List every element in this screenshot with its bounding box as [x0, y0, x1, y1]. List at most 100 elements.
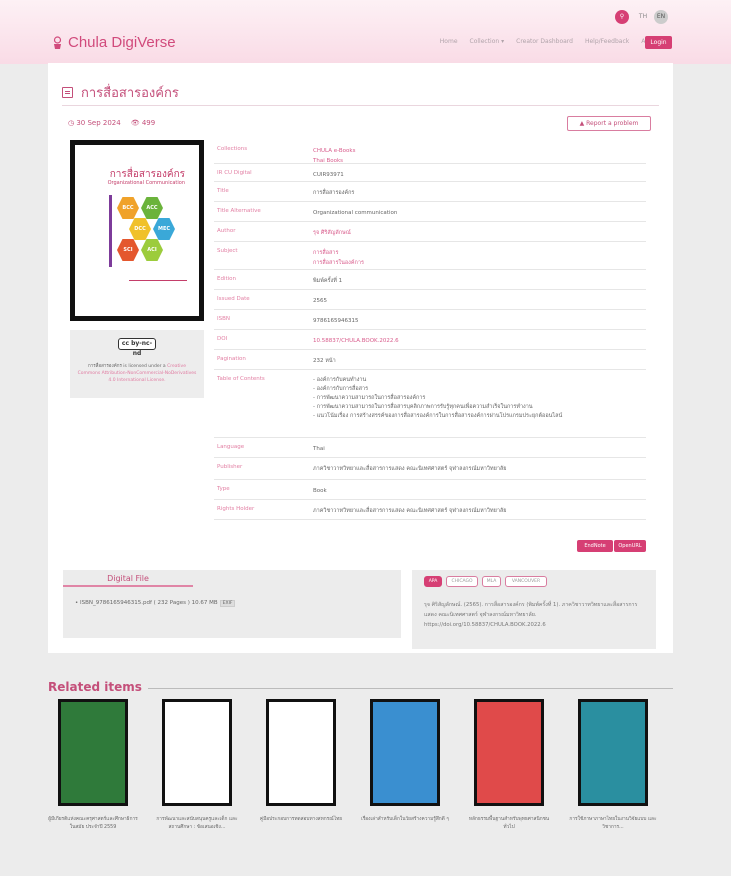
view-count: 👁 499 — [130, 119, 156, 127]
metadata-value: Thai — [313, 446, 325, 452]
record-card: การสื่อสารองค์กร ◷ 30 Sep 2024 👁 499 ▲ R… — [48, 63, 673, 653]
exif-badge[interactable]: EXIF — [219, 600, 236, 607]
metadata-key: ISBN — [217, 316, 231, 322]
cite-tab-vancouver[interactable]: VANCOUVER — [505, 576, 547, 587]
search-button[interactable]: ⚲ — [615, 10, 629, 24]
metadata-value[interactable]: CHULA e-Books Thai Books — [313, 146, 355, 166]
digital-file-item[interactable]: • ISBN_9786165946315.pdf ( 232 Pages ) 1… — [75, 600, 236, 607]
metadata-value[interactable]: การสื่อสาร การสื่อสารในองค์การ — [313, 248, 364, 268]
metadata-key: Collections — [217, 146, 248, 152]
nav-home[interactable]: Home — [440, 38, 458, 45]
license-box: cc by-nc-nd การสื่อสารองค์กร is licensed… — [70, 330, 204, 398]
metadata-key: Rights Holder — [217, 506, 255, 512]
metadata-row: ISBN 9786165946315 — [214, 310, 646, 330]
metadata-key: Subject — [217, 248, 238, 254]
hex-bcc: BCC — [117, 197, 139, 219]
metadata-row: Title การสื่อสารองค์กร — [214, 182, 646, 202]
book-cover: การสื่อสารองค์กร Organizational Communic… — [70, 140, 204, 321]
metadata-row: Pagination 232 หน้า — [214, 350, 646, 370]
metadata-row: Publisher ภาควิชาวาทวิทยาและสื่อสารการแสด… — [214, 458, 646, 480]
hex-sci: SCI — [117, 239, 139, 261]
record-title: การสื่อสารองค์กร — [81, 86, 179, 101]
digital-file-tab[interactable]: Digital File — [63, 570, 193, 587]
metadata-value: ภาควิชาวาทวิทยาและสื่อสารการแสดง คณะนิเท… — [313, 466, 507, 472]
metadata-row: Issued Date 2565 — [214, 290, 646, 310]
record-title-row: การสื่อสารองค์กร — [62, 80, 659, 106]
metadata-row: Edition พิมพ์ครั้งที่ 1 — [214, 270, 646, 290]
metadata-row: IR CU Digital CUIR93971 — [214, 164, 646, 182]
metadata-value[interactable]: รุจ ศิริสัญลักษณ์ — [313, 228, 351, 238]
metadata-table: Collections CHULA e-Books Thai Books IR CU … — [214, 140, 646, 520]
chula-crest-icon — [52, 35, 63, 50]
site-logo[interactable]: Chula DigiVerse — [52, 34, 176, 51]
metadata-value: CUIR93971 — [313, 172, 344, 178]
related-item-caption[interactable]: เรื่องเล่าสำหรับเด็กในวัยสร้างความรู้สึก… — [360, 816, 450, 824]
lang-th-button[interactable]: TH — [635, 10, 651, 24]
related-item-cover[interactable] — [578, 699, 648, 806]
related-item-cover[interactable] — [370, 699, 440, 806]
related-item-cover[interactable] — [474, 699, 544, 806]
cc-license-badge[interactable]: cc by-nc-nd — [118, 338, 156, 357]
metadata-row: DOI 10.58837/CHULA.BOOK.2022.6 — [214, 330, 646, 350]
metadata-key: Language — [217, 444, 245, 450]
metadata-value[interactable]: 10.58837/CHULA.BOOK.2022.6 — [313, 336, 399, 346]
nav-collection[interactable]: Collection ▾ — [470, 38, 505, 45]
cover-accent-bar — [109, 195, 112, 267]
main-nav: Home Collection ▾ Creator Dashboard Help… — [440, 38, 659, 45]
related-item-cover[interactable] — [162, 699, 232, 806]
hex-acc: ACC — [141, 197, 163, 219]
related-item-caption[interactable]: คู่มือประกอบการทดสอบทางสหกรณ์ไทย — [256, 816, 346, 824]
metadata-key: Edition — [217, 276, 237, 282]
cite-tab-apa[interactable]: APA — [424, 576, 442, 587]
license-text: การสื่อสารองค์กร is licensed under a Cre… — [77, 364, 197, 383]
cite-tab-chicago[interactable]: CHICAGO — [446, 576, 478, 587]
metadata-key: Title Alternative — [217, 208, 261, 214]
nav-creator-dashboard[interactable]: Creator Dashboard — [516, 38, 573, 45]
metadata-key: Issued Date — [217, 296, 250, 302]
nav-help-feedback[interactable]: Help/Feedback — [585, 38, 629, 45]
related-divider — [148, 688, 673, 689]
cover-footer-line — [129, 280, 187, 284]
metadata-key: Type — [217, 486, 230, 492]
citation-text: รุจ ศิริสัญลักษณ์. (2565). การสื่อสารองค… — [424, 602, 638, 628]
openurl-button[interactable]: OpenURL — [614, 540, 646, 552]
digital-file-panel: Digital File • ISBN_9786165946315.pdf ( … — [63, 570, 401, 638]
metadata-value: 9786165946315 — [313, 318, 359, 324]
metadata-value: 2565 — [313, 298, 327, 304]
report-problem-button[interactable]: ▲ Report a problem — [567, 116, 651, 131]
login-button[interactable]: Login — [645, 36, 672, 49]
document-icon — [62, 87, 73, 98]
metadata-value: การสื่อสารองค์กร — [313, 190, 355, 196]
lang-en-button[interactable]: EN — [654, 10, 668, 24]
site-name: Chula DigiVerse — [68, 34, 176, 51]
metadata-row: Subject การสื่อสาร การสื่อสารในองค์การ — [214, 242, 646, 270]
metadata-key: Author — [217, 228, 236, 234]
metadata-value: Organizational communication — [313, 210, 398, 216]
metadata-key: Publisher — [217, 464, 243, 470]
endnote-button[interactable]: EndNote — [577, 540, 613, 552]
metadata-row: Language Thai — [214, 438, 646, 458]
metadata-value: พิมพ์ครั้งที่ 1 — [313, 278, 343, 284]
cite-tab-mla[interactable]: MLA — [482, 576, 501, 587]
metadata-value: ภาควิชาวาทวิทยาและสื่อสารการแสดง คณะนิเท… — [313, 508, 507, 514]
citation-panel: APA CHICAGO MLA VANCOUVER รุจ ศิริสัญลัก… — [412, 570, 656, 649]
metadata-value: - องค์การกับคนทำงาน - องค์การกับการสื่อสา… — [313, 377, 563, 419]
related-item-cover[interactable] — [266, 699, 336, 806]
hex-aci: ACI — [141, 239, 163, 261]
record-meta: ◷ 30 Sep 2024 👁 499 — [68, 119, 155, 127]
hex-mec: MEC — [153, 218, 175, 240]
related-item-caption[interactable]: หลักธรรมพื้นฐานสำหรับพุทธศาสนิกชนทั่วไป — [464, 816, 554, 832]
cover-subtitle: Organizational Communication — [107, 180, 185, 186]
related-item-caption[interactable]: การพัฒนาและสนับสนุนครูและเด็ก และสถานศึก… — [152, 816, 242, 832]
related-item-caption[interactable]: ผู้มีเกียรติแห่งคณะครุศาสตร์และศึกษาธิกา… — [48, 816, 138, 832]
hex-dcc: DCC — [129, 218, 151, 240]
related-item-caption[interactable]: การใช้ภาษาภาษาไทยในงานวิจัยแบบ และวิชากา… — [568, 816, 658, 832]
metadata-key: DOI — [217, 336, 228, 342]
metadata-value: Book — [313, 488, 327, 494]
related-item-cover[interactable] — [58, 699, 128, 806]
metadata-row: Type Book — [214, 480, 646, 500]
metadata-value: 232 หน้า — [313, 358, 336, 364]
metadata-key: Pagination — [217, 356, 246, 362]
metadata-key: IR CU Digital — [217, 170, 252, 176]
metadata-key: Table of Contents — [217, 376, 265, 382]
